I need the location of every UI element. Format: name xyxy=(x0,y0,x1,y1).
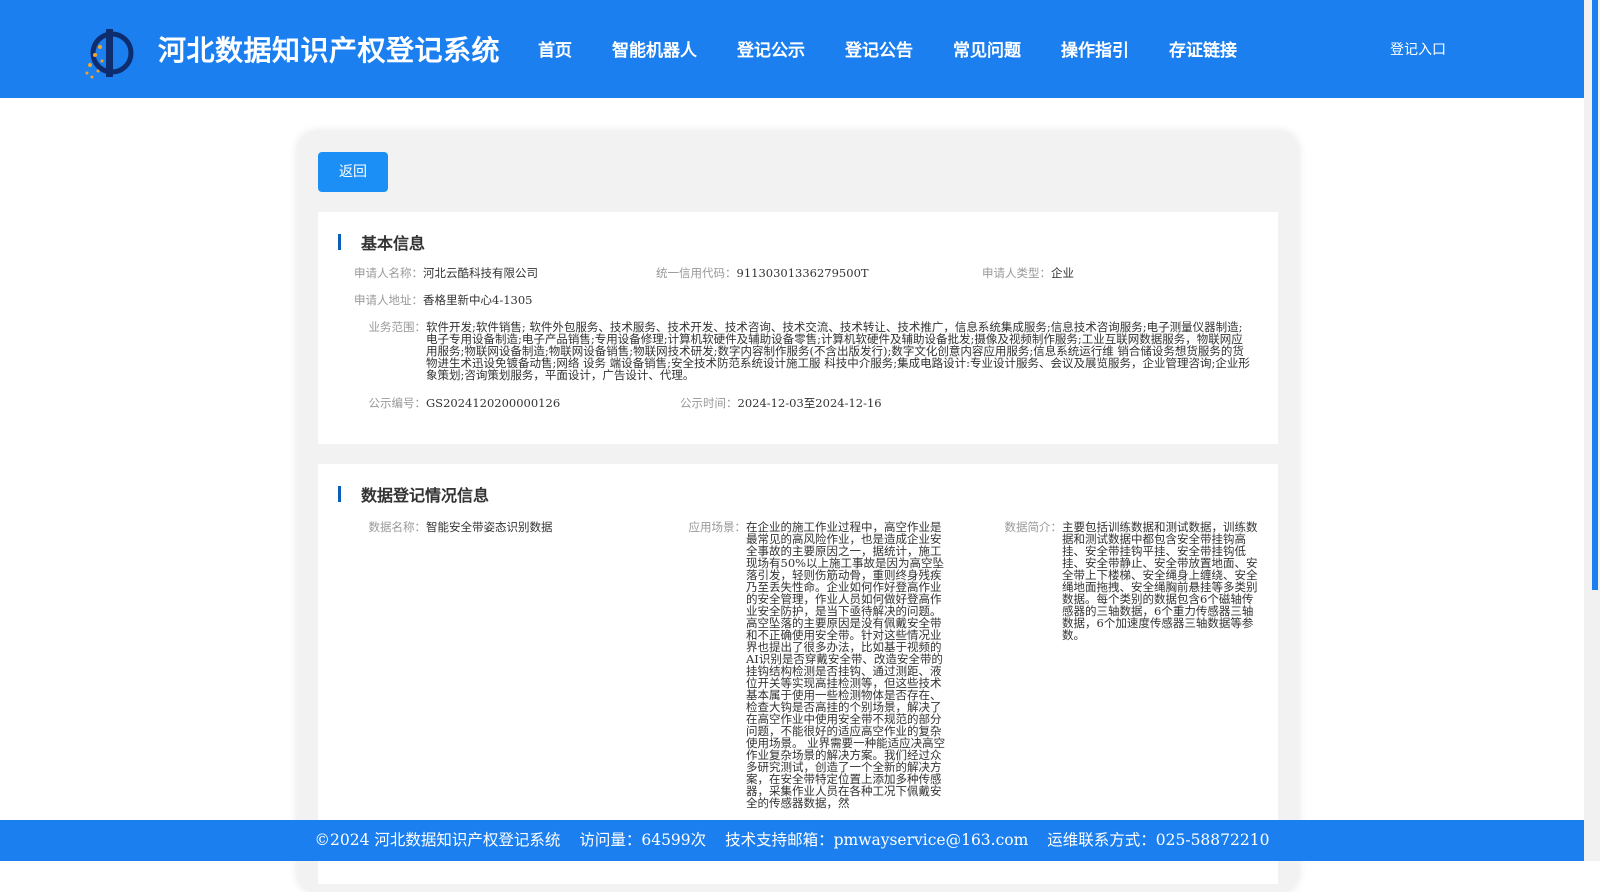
data-intro-value: 主要包括训练数据和测试数据，训练数据和测试数据中都包含安全带挂钩高挂、安全带挂钩… xyxy=(1062,520,1258,642)
site-footer: ©2024 河北数据知识产权登记系统 访问量：64599次 技术支持邮箱：pmw… xyxy=(0,820,1584,861)
address-label: 申请人地址： xyxy=(354,293,423,307)
scenario-field: 应用场景： 在企业的施工作业过程中，高空作业是最常见的高风险作业，也是造成企业安… xyxy=(680,521,956,809)
scrollbar-thumb[interactable] xyxy=(1592,0,1598,590)
applicant-name-field: 申请人名称： 河北云酷科技有限公司 xyxy=(354,267,538,279)
credit-code-label: 统一信用代码： xyxy=(656,266,737,280)
basic-info-header: 基本信息 xyxy=(338,230,425,254)
publication-no-label: 公示编号： xyxy=(368,396,427,410)
applicant-name-value: 河北云酷科技有限公司 xyxy=(423,266,538,280)
address-field: 申请人地址： 香格里新中心4-1305 xyxy=(354,294,532,306)
scenario-value: 在企业的施工作业过程中，高空作业是最常见的高风险作业，也是造成企业安全事故的主要… xyxy=(746,520,946,810)
title-marker xyxy=(338,234,341,250)
business-scope-field: 业务范围： 软件开发;软件销售; 软件外包服务、技术服务、技术开发、技术咨询、技… xyxy=(354,321,1254,381)
login-link[interactable]: 登记入口 xyxy=(1390,39,1446,59)
data-registration-title: 数据登记情况信息 xyxy=(361,486,490,505)
business-scope-label: 业务范围： xyxy=(368,320,427,334)
footer-contact-phone: 运维联系方式：025-58872210 xyxy=(1047,831,1270,849)
nav-robot[interactable]: 智能机器人 xyxy=(612,36,697,61)
data-intro-label: 数据简介： xyxy=(1004,520,1063,534)
publication-no-value: GS2024120200000126 xyxy=(426,396,561,410)
nav-announcement[interactable]: 登记公告 xyxy=(845,36,913,61)
footer-visits: 访问量：64599次 xyxy=(579,831,707,849)
address-value: 香格里新中心4-1305 xyxy=(423,293,533,307)
applicant-name-label: 申请人名称： xyxy=(354,266,423,280)
nav-faq[interactable]: 常见问题 xyxy=(953,36,1021,61)
main-nav: 首页 智能机器人 登记公示 登记公告 常见问题 操作指引 存证链接 xyxy=(538,36,1277,61)
nav-evidence-link[interactable]: 存证链接 xyxy=(1169,36,1237,61)
credit-code-value: 91130301336279500T xyxy=(736,266,869,280)
applicant-type-value: 企业 xyxy=(1051,266,1074,280)
data-name-field: 数据名称： 智能安全带姿态识别数据 xyxy=(354,521,553,533)
logo-icon xyxy=(85,29,134,79)
nav-publicity[interactable]: 登记公示 xyxy=(737,36,805,61)
footer-copyright: ©2024 河北数据知识产权登记系统 xyxy=(314,831,561,849)
nav-guide[interactable]: 操作指引 xyxy=(1061,36,1129,61)
nav-home[interactable]: 首页 xyxy=(538,36,572,61)
applicant-type-field: 申请人类型： 企业 xyxy=(982,267,1074,279)
footer-support-email: 技术支持邮箱：pmwayservice@163.com xyxy=(725,831,1029,849)
publication-time-label: 公示时间： xyxy=(680,396,738,410)
title-marker xyxy=(338,486,341,502)
publication-time-value: 2024-12-03至2024-12-16 xyxy=(737,396,882,410)
credit-code-field: 统一信用代码： 91130301336279500T xyxy=(656,267,869,279)
data-intro-field: 数据简介： 主要包括训练数据和测试数据，训练数据和测试数据中都包含安全带挂钩高挂… xyxy=(996,521,1260,641)
business-scope-value: 软件开发;软件销售; 软件外包服务、技术服务、技术开发、技术咨询、技术交流、技术… xyxy=(426,320,1250,382)
data-name-label: 数据名称： xyxy=(368,520,427,534)
publication-no-field: 公示编号： GS2024120200000126 xyxy=(354,396,561,410)
basic-info-title: 基本信息 xyxy=(361,234,426,253)
basic-info-card: 基本信息 申请人名称： 河北云酷科技有限公司 统一信用代码： 911303013… xyxy=(318,212,1278,444)
data-name-value: 智能安全带姿态识别数据 xyxy=(426,520,553,534)
site-header: 河北数据知识产权登记系统 首页 智能机器人 登记公示 登记公告 常见问题 操作指… xyxy=(0,0,1584,98)
scenario-label: 应用场景： xyxy=(688,520,747,534)
site-title: 河北数据知识产权登记系统 xyxy=(158,34,501,67)
applicant-type-label: 申请人类型： xyxy=(982,266,1051,280)
back-button[interactable]: 返回 xyxy=(318,152,388,192)
data-registration-header: 数据登记情况信息 xyxy=(338,482,489,506)
publication-time-field: 公示时间： 2024-12-03至2024-12-16 xyxy=(680,397,882,409)
